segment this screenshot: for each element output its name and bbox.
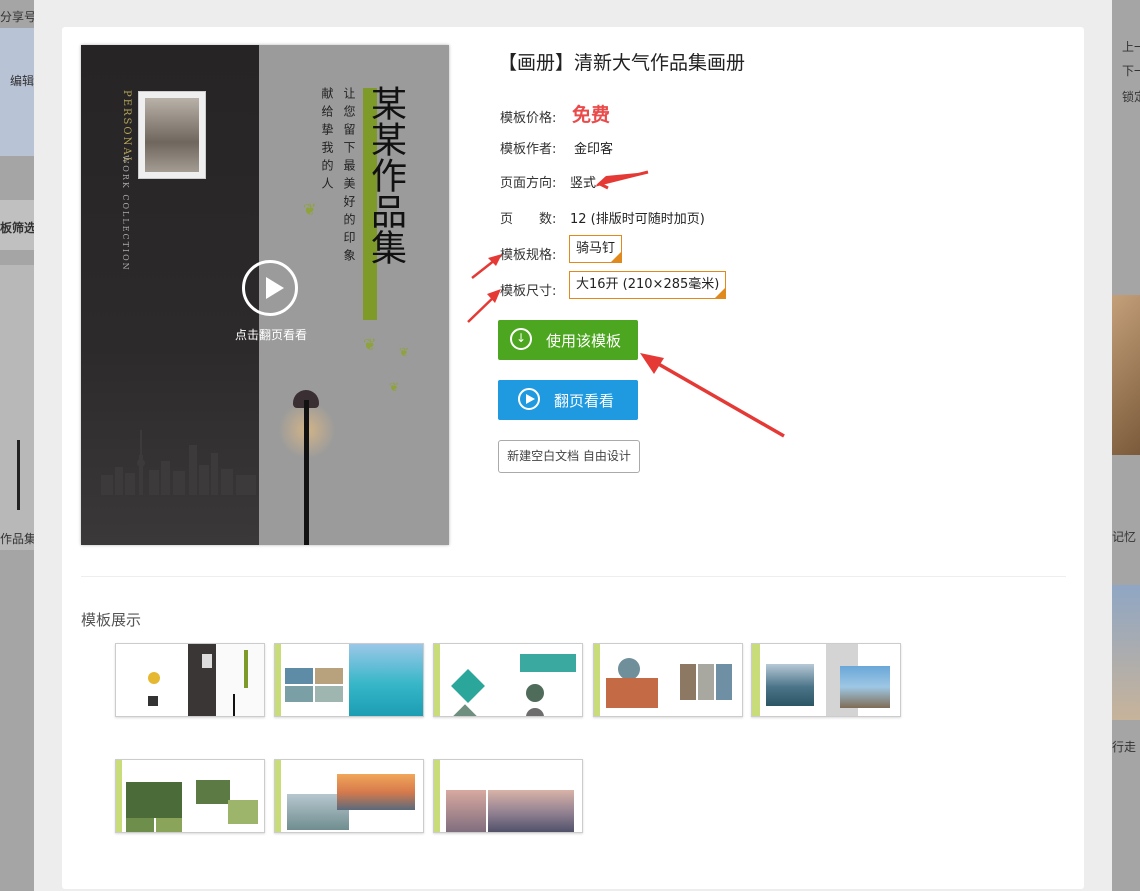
cover-photo <box>139 92 205 178</box>
size-option[interactable]: 大16开 (210×285毫米) ✓ <box>569 271 727 299</box>
background-right-strip: 上一 下一 锁定 记忆 行走 <box>1112 0 1140 891</box>
size-label: 模板尺寸: <box>500 284 557 299</box>
butterfly-icon: ❦ <box>389 380 400 394</box>
template-page-thumbnail[interactable] <box>115 759 265 833</box>
lamp-post <box>304 400 309 545</box>
section-divider <box>81 576 1066 577</box>
gallery-title: 模板展示 <box>81 611 142 629</box>
background-text: 行走 <box>1112 740 1137 754</box>
template-page-thumbnail[interactable] <box>433 759 583 833</box>
background-photo <box>1112 585 1140 720</box>
check-icon: ✓ <box>717 282 725 291</box>
play-label[interactable]: 点击翻页看看 <box>221 326 321 343</box>
download-icon: ↓ <box>510 328 532 350</box>
template-page-thumbnail[interactable] <box>433 643 583 717</box>
use-template-label: 使用该模板 <box>546 332 622 350</box>
background-left-strip: 分享号 编辑 板筛选 作品集 <box>0 0 34 891</box>
new-blank-document-button[interactable]: 新建空白文档 自由设计 <box>498 440 640 473</box>
orientation-label: 页面方向: <box>500 176 557 191</box>
template-page-thumbnail[interactable] <box>751 643 901 717</box>
butterfly-icon: ❦ <box>363 335 377 354</box>
cover-preview[interactable]: PERSONAL WORK COLLECTION 让您留下最美好的印象 献给挚我… <box>81 45 449 545</box>
flip-view-label: 翻页看看 <box>554 392 615 410</box>
background-text: 上一 <box>1122 40 1140 54</box>
check-icon: ✓ <box>613 246 621 255</box>
play-icon <box>518 388 540 410</box>
background-text: 下一 <box>1122 64 1140 78</box>
background-text: 记忆 <box>1112 530 1137 544</box>
cover-english-title: PERSONAL <box>121 90 132 166</box>
template-page-thumbnail[interactable] <box>274 643 424 717</box>
annotation-arrow <box>595 170 649 190</box>
butterfly-icon: ❦ <box>399 345 410 359</box>
annotation-arrow <box>640 353 785 438</box>
spec-option[interactable]: 骑马钉 ✓ <box>569 235 623 263</box>
cover-back-panel: PERSONAL WORK COLLECTION <box>81 45 259 545</box>
cover-english-subtitle: WORK COLLECTION <box>121 155 130 272</box>
butterfly-icon: ❦ <box>303 200 317 219</box>
background-text: 板筛选 <box>0 221 34 235</box>
cover-title: 某某作品集 <box>365 85 406 265</box>
template-page-thumbnail[interactable] <box>274 759 424 833</box>
background-ribbon <box>0 28 34 156</box>
pages-label: 页 数: <box>500 212 557 227</box>
background-text: 分享号 <box>0 10 34 24</box>
annotation-arrow <box>471 254 502 279</box>
play-icon[interactable] <box>242 260 298 316</box>
background-text: 编辑 <box>10 74 34 88</box>
price-label: 模板价格: <box>500 111 557 126</box>
template-page-thumbnail[interactable] <box>115 643 265 717</box>
author-value: 金印客 <box>574 142 614 157</box>
annotation-arrow <box>467 289 501 323</box>
cover-poem-line: 让您留下最美好的印象 <box>342 87 356 267</box>
cover-poem-line: 献给挚我的人 <box>320 87 334 195</box>
flip-view-button[interactable]: 翻页看看 <box>498 380 638 420</box>
spec-label: 模板规格: <box>500 248 557 263</box>
background-photo <box>1112 295 1140 455</box>
author-label: 模板作者: <box>500 142 557 157</box>
background-text: 作品集 <box>0 532 34 546</box>
background-text: 锁定 <box>1122 90 1140 104</box>
template-title: 【画册】清新大气作品集画册 <box>498 52 746 74</box>
use-template-button[interactable]: ↓ 使用该模板 <box>498 320 638 360</box>
size-value: 大16开 (210×285毫米) <box>576 277 720 292</box>
pages-value: 12 (排版时可随时加页) <box>570 212 705 227</box>
price-value: 免费 <box>572 104 611 126</box>
skyline-graphic <box>101 430 256 495</box>
background-lamp <box>17 440 20 510</box>
template-page-thumbnail[interactable] <box>593 643 743 717</box>
